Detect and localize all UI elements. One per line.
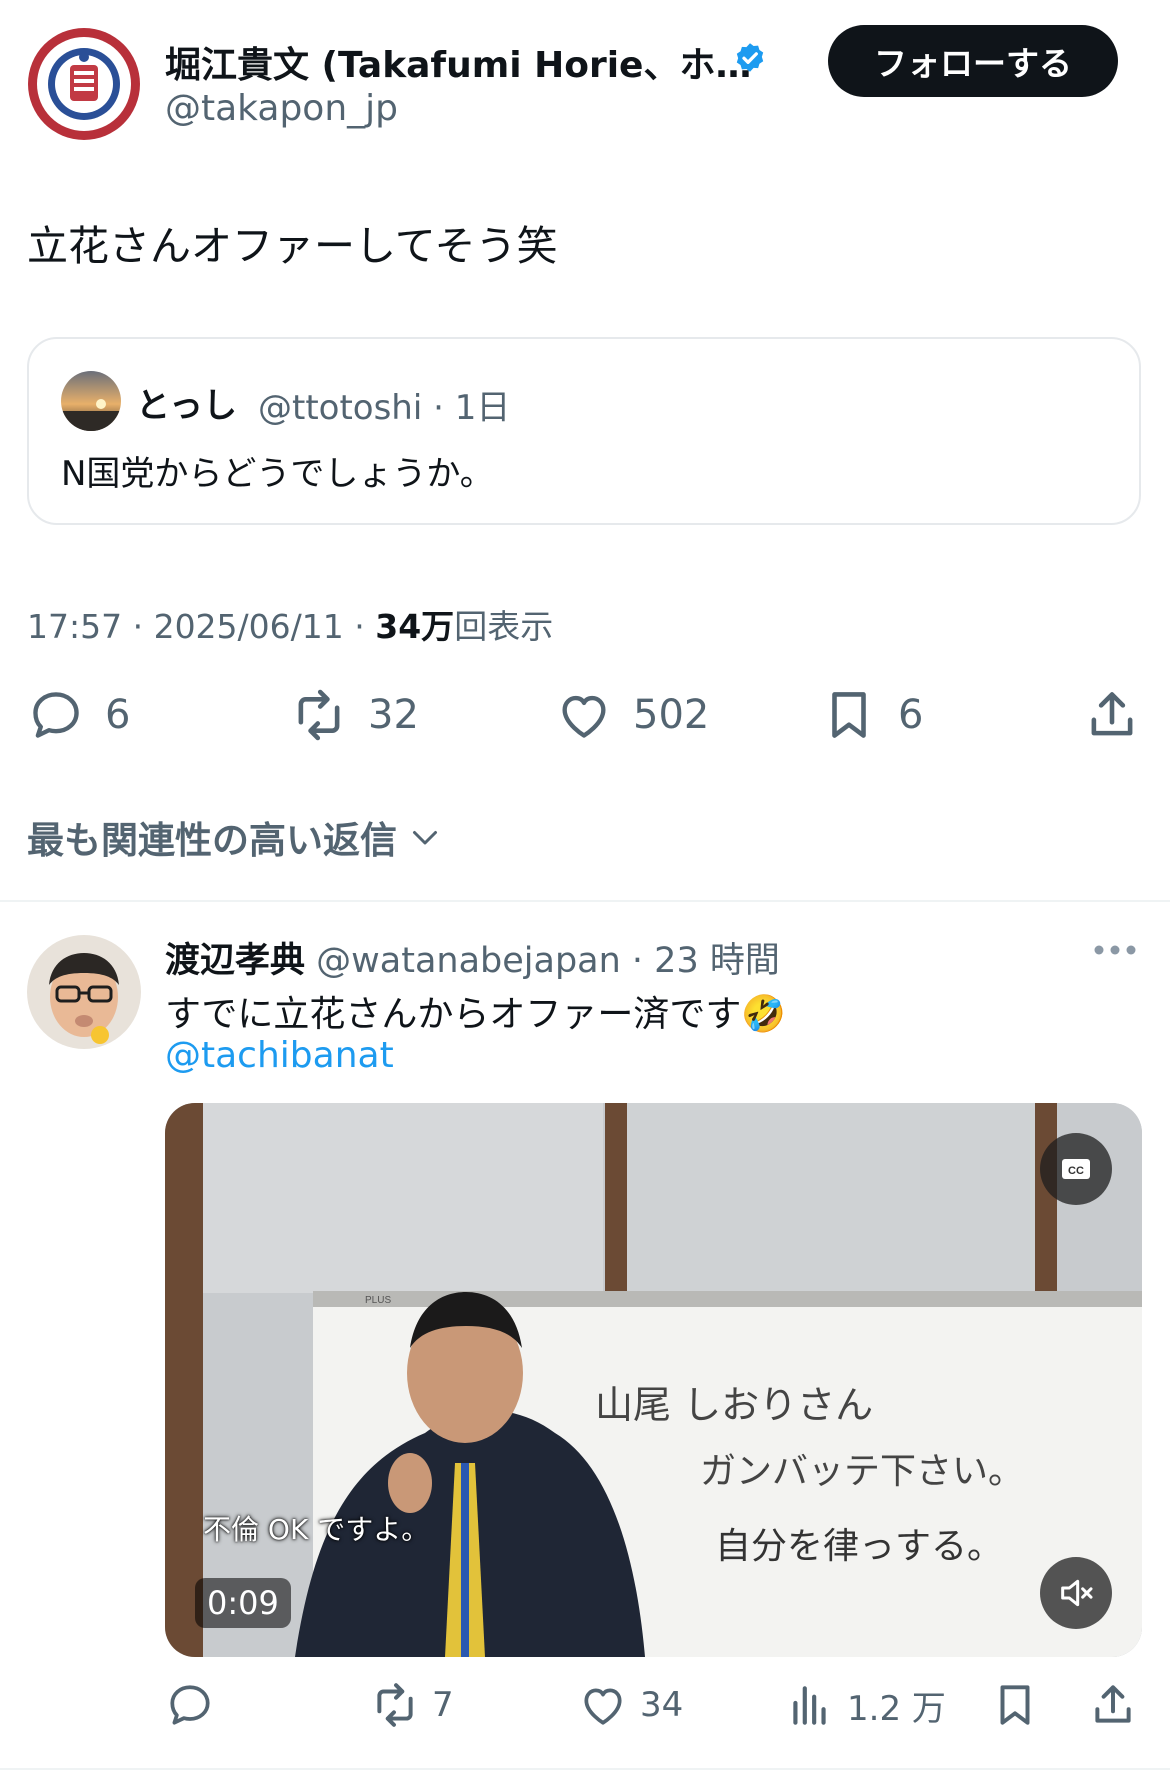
reply-view-count: 1.2 万 [847, 1688, 946, 1729]
more-options-icon[interactable] [1093, 942, 1137, 961]
reply-author-avatar[interactable] [27, 935, 141, 1049]
video-player[interactable]: PLUS 山尾 しおりさん ガンバッテ下さい。 自分を律っする。 [165, 1103, 1142, 1657]
reply-header: 渡辺孝典 @watanabejapan · 23 時間 [165, 932, 780, 983]
share-icon [1095, 1685, 1131, 1723]
muted-speaker-icon [1061, 1579, 1093, 1607]
retweet-count: 32 [368, 692, 419, 738]
bookmark-icon [832, 692, 866, 738]
follow-button[interactable]: フォローする [828, 25, 1118, 97]
reply-views-action[interactable]: 1.2 万 [785, 1680, 946, 1730]
bookmark-action[interactable]: 6 [820, 686, 923, 744]
section-divider [0, 900, 1170, 902]
reply-divider [0, 1768, 1170, 1770]
svg-text:CC: CC [1068, 1165, 1084, 1177]
author-avatar[interactable] [27, 27, 141, 141]
reply-like-action[interactable]: 34 [578, 1680, 683, 1730]
reply-reply-action[interactable] [165, 1680, 227, 1730]
replies-sort-label: 最も関連性の高い返信 [27, 819, 397, 862]
like-count: 502 [633, 692, 710, 738]
like-action[interactable]: 502 [555, 686, 709, 744]
heart-icon [562, 695, 606, 738]
reply-text: すでに立花さんからオファー済です🤣 [165, 994, 787, 1035]
retweet-icon [377, 1683, 413, 1727]
reply-retweet-action[interactable]: 7 [370, 1680, 454, 1730]
share-icon [1091, 692, 1133, 736]
captions-icon: CC [1062, 1159, 1090, 1179]
mention-link[interactable]: @tachibanat [165, 1035, 394, 1076]
video-timecode: 0:09 [195, 1578, 291, 1628]
whiteboard-line-1: 山尾 しおりさん [595, 1383, 873, 1427]
tweet-meta: 17:57 · 2025/06/11 · 34万回表示 [27, 600, 553, 648]
retweet-action[interactable]: 32 [290, 686, 419, 744]
verified-badge-icon [732, 41, 768, 77]
video-subtitle: 不倫 OK ですよ。 [203, 1513, 430, 1546]
view-label: 回表示 [454, 607, 554, 646]
reply-like-count: 34 [640, 1685, 684, 1725]
quoted-author-name[interactable]: とっし [136, 378, 237, 427]
tweet-text: 立花さんオファーしてそう笑 [27, 222, 558, 270]
reply-action[interactable]: 6 [27, 686, 130, 744]
view-count: 34万 [375, 607, 455, 646]
tweet-timestamp[interactable]: 17:57 · 2025/06/11 · [27, 607, 375, 646]
share-action[interactable] [1083, 686, 1141, 744]
mute-button[interactable] [1040, 1557, 1112, 1629]
chevron-down-icon [413, 831, 437, 845]
reply-author-name[interactable]: 渡辺孝典 [165, 941, 305, 981]
heart-icon [584, 1688, 622, 1725]
quoted-tweet-card[interactable] [27, 337, 1141, 525]
reply-icon [33, 692, 79, 738]
reply-count: 6 [105, 692, 131, 738]
reply-bookmark-action[interactable] [990, 1680, 1052, 1730]
captions-button[interactable]: CC [1040, 1133, 1112, 1205]
replies-sort-dropdown[interactable]: 最も関連性の高い返信 [27, 810, 443, 864]
bookmark-icon [1000, 1685, 1030, 1725]
analytics-bars-icon [793, 1686, 826, 1725]
author-handle[interactable]: @takapon_jp [165, 88, 398, 129]
quoted-tweet-text: N国党からどうでしょうか。 [61, 454, 494, 494]
author-display-name[interactable]: 堀江貴文 (Takafumi Horie、ホ… [165, 36, 751, 88]
bookmark-count: 6 [898, 692, 924, 738]
whiteboard-line-3: 自分を律っする。 [715, 1526, 1003, 1567]
quoted-author-avatar[interactable] [61, 371, 121, 431]
quoted-author-handle-time[interactable]: @ttotoshi · 1日 [258, 380, 510, 429]
reply-author-handle-time[interactable]: @watanabejapan · 23 時間 [316, 941, 780, 981]
whiteboard-brand: PLUS [365, 1295, 391, 1306]
retweet-icon [298, 689, 340, 741]
reply-icon [170, 1685, 210, 1725]
reply-share-action[interactable] [1088, 1680, 1138, 1730]
whiteboard-line-2: ガンバッテ下さい。 [700, 1451, 1024, 1492]
reply-retweet-count: 7 [432, 1685, 454, 1725]
